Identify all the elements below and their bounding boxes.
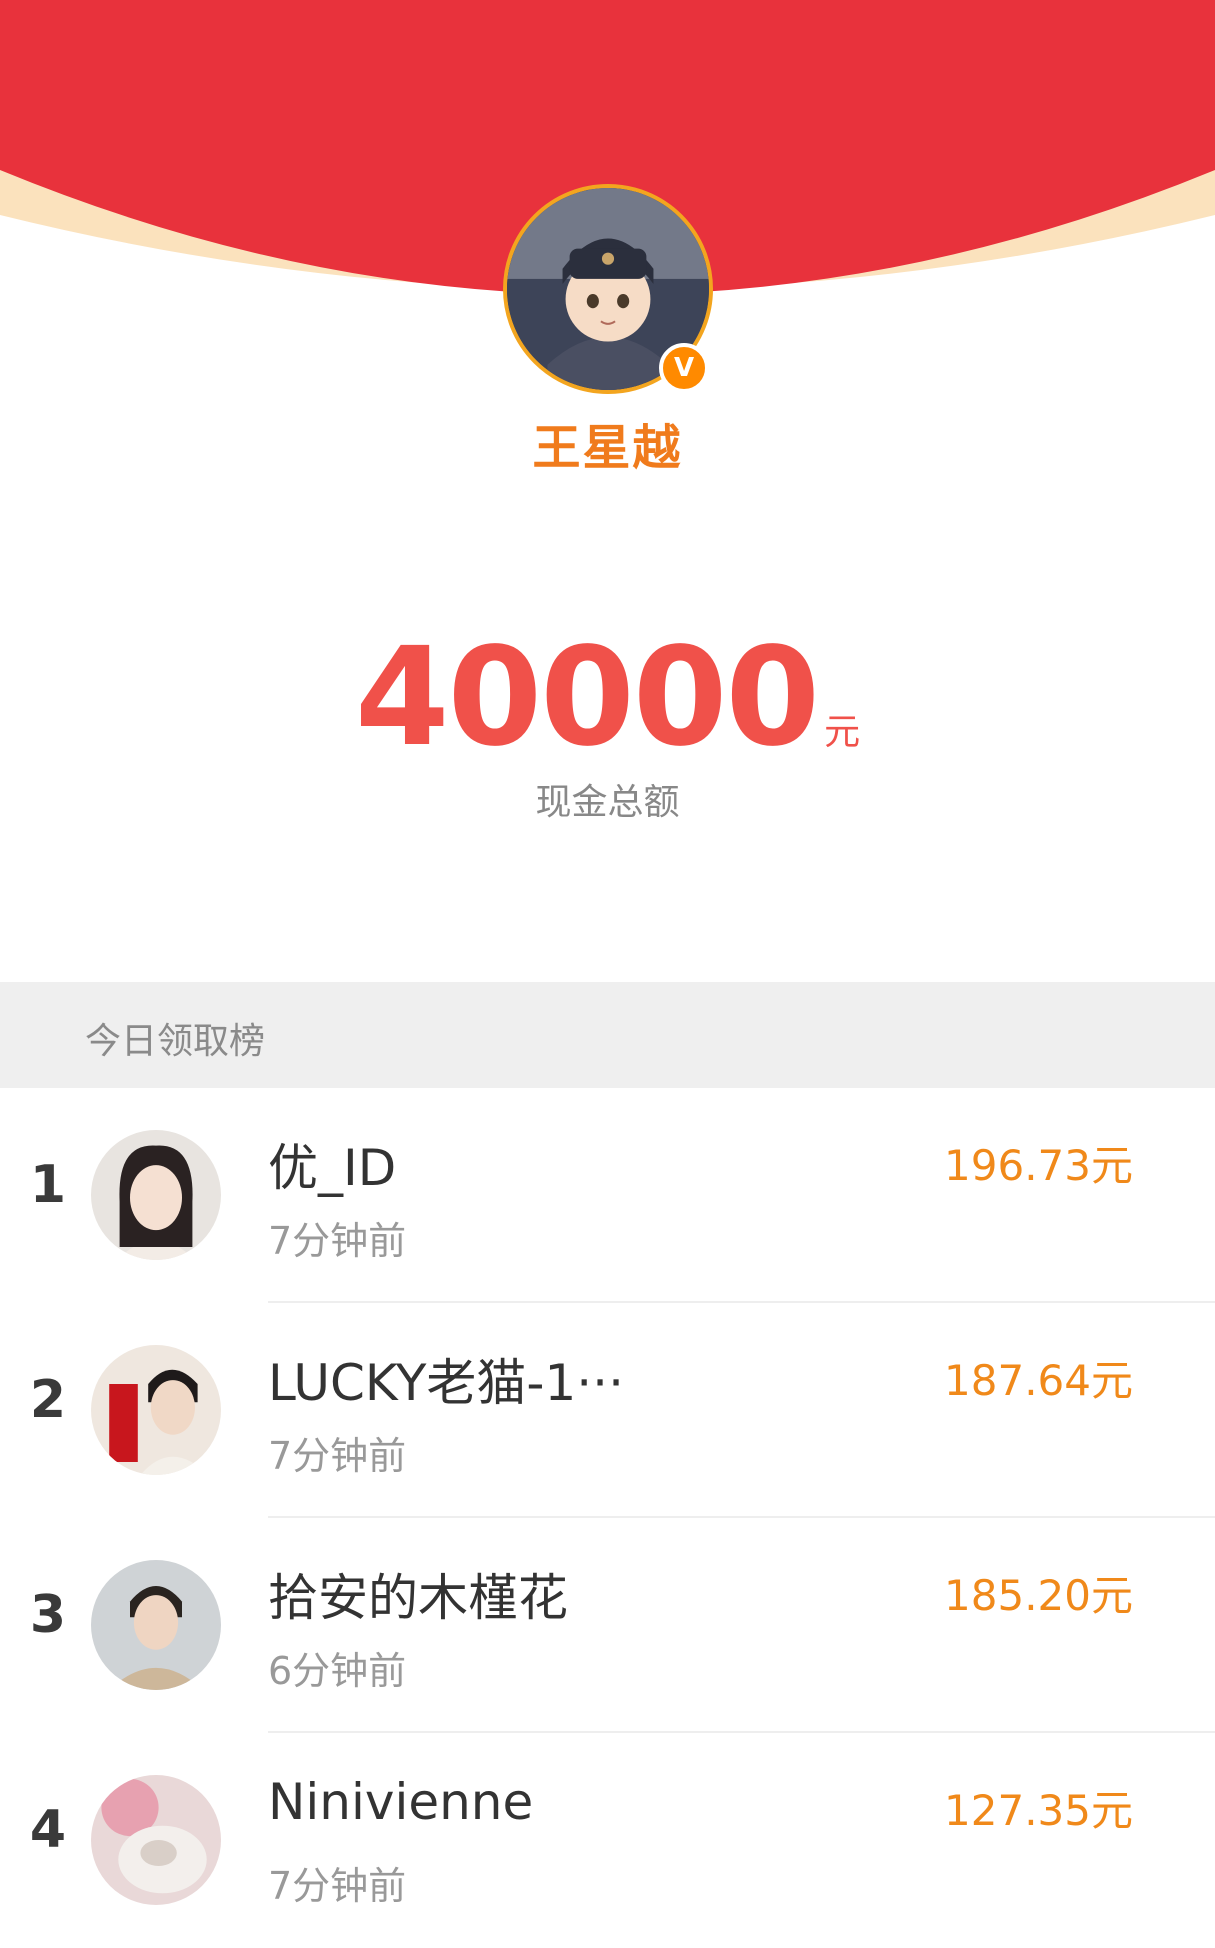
avatar[interactable] bbox=[91, 1345, 221, 1475]
timestamp: 6分钟前 bbox=[268, 1649, 407, 1693]
amount: 196.73元 bbox=[944, 1141, 1133, 1190]
timestamp: 7分钟前 bbox=[268, 1864, 407, 1908]
list-item[interactable]: 4 Ninivienne 7分钟前 127.35元 bbox=[0, 1733, 1215, 1948]
total-amount-unit: 元 bbox=[824, 712, 861, 753]
rank-number: 2 bbox=[29, 1370, 67, 1430]
timestamp: 7分钟前 bbox=[268, 1434, 407, 1478]
user-name: 优_ID bbox=[268, 1139, 397, 1197]
page-title: 王星越 bbox=[532, 420, 683, 476]
rank-number: 1 bbox=[29, 1155, 67, 1215]
list-item[interactable]: 3 拾安的木槿花 6分钟前 185.20元 bbox=[0, 1518, 1215, 1733]
user-name: LUCKY老猫-1··· bbox=[268, 1354, 624, 1412]
amount: 127.35元 bbox=[944, 1786, 1133, 1835]
user-name: 拾安的木槿花 bbox=[268, 1569, 568, 1627]
amount: 187.64元 bbox=[944, 1356, 1133, 1405]
total-amount: 40000 元 bbox=[0, 630, 1215, 766]
timestamp: 7分钟前 bbox=[268, 1219, 407, 1263]
rank-number: 4 bbox=[29, 1800, 67, 1860]
total-amount-value: 40000 bbox=[354, 619, 820, 777]
avatar[interactable] bbox=[91, 1775, 221, 1905]
total-amount-label: 现金总额 bbox=[535, 782, 680, 823]
list-item[interactable]: 1 优_ID 7分钟前 196.73元 bbox=[0, 1088, 1215, 1303]
verified-badge-label: V bbox=[673, 353, 695, 383]
avatar[interactable] bbox=[91, 1130, 221, 1260]
leaderboard-header: 今日领取榜 bbox=[0, 982, 1215, 1088]
leaderboard-title: 今日领取榜 bbox=[85, 1021, 266, 1062]
avatar[interactable] bbox=[91, 1560, 221, 1690]
user-name: Ninivienne bbox=[268, 1773, 534, 1831]
amount: 185.20元 bbox=[944, 1571, 1133, 1620]
list-item[interactable]: 2 LUCKY老猫-1··· 7分钟前 187.64元 bbox=[0, 1303, 1215, 1518]
verified-badge-icon: V bbox=[659, 343, 709, 393]
rank-number: 3 bbox=[29, 1585, 67, 1645]
